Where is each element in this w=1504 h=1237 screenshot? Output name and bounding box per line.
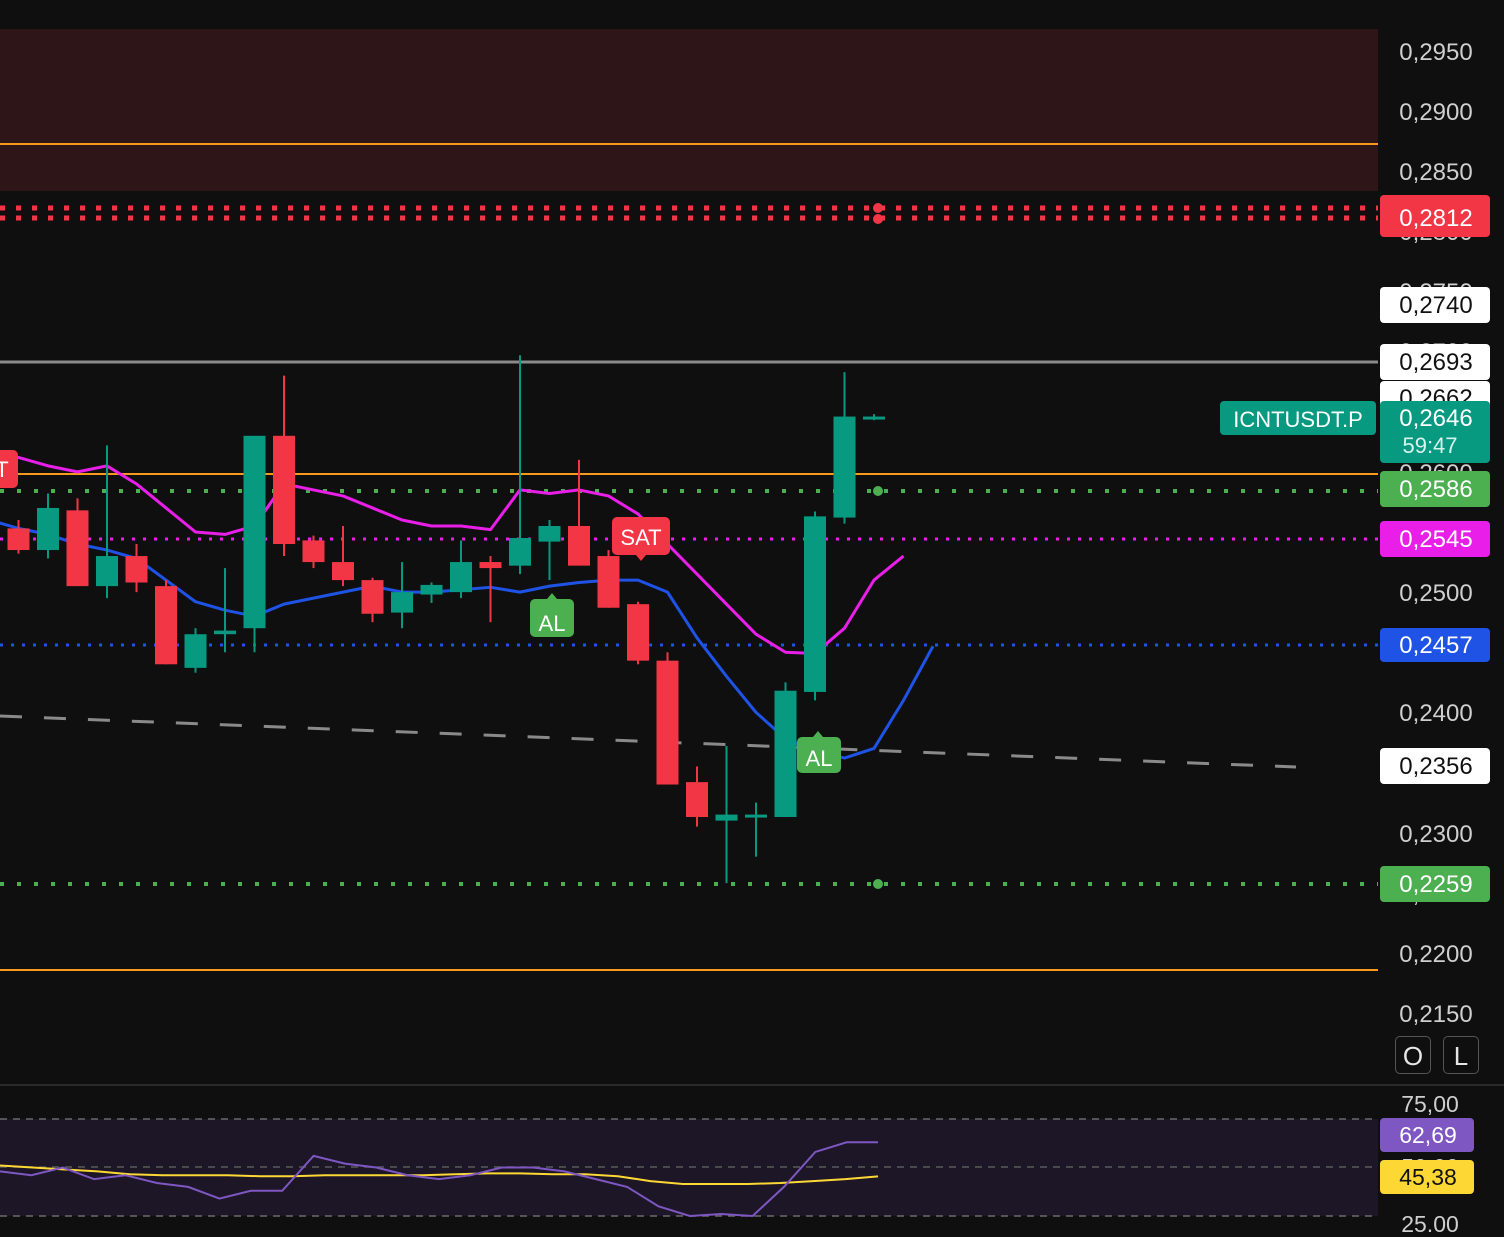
candle: [627, 601, 649, 665]
svg-text:0,2586: 0,2586: [1399, 476, 1472, 503]
svg-text:AL: AL: [806, 746, 833, 771]
bar-countdown: 59:47: [1402, 433, 1457, 458]
svg-text:0,2812: 0,2812: [1399, 205, 1472, 232]
price-label-last: 0,2646 59:47: [1380, 401, 1490, 463]
price-label-blue: 0,2457: [1380, 628, 1490, 662]
svg-text:0,2259: 0,2259: [1399, 871, 1472, 898]
log-scale-l-button[interactable]: L: [1443, 1036, 1479, 1074]
candle: [597, 550, 620, 608]
price-label-resistance: 0,2812: [1380, 195, 1490, 237]
svg-text:0,2740: 0,2740: [1399, 292, 1472, 319]
green-dot-upper: [873, 486, 883, 496]
price-label-magenta: 0,2545: [1380, 521, 1490, 557]
svg-text:0,2646: 0,2646: [1399, 405, 1472, 432]
axis-tick-label: 0,2950: [1399, 39, 1472, 66]
price-label-level-b: 0,2693: [1380, 344, 1490, 380]
axis-tick-label: 0,2850: [1399, 159, 1472, 186]
svg-text:ICNTUSDT.P: ICNTUSDT.P: [1233, 407, 1363, 432]
buy-signal-al-1: AL: [530, 593, 574, 637]
candle: [804, 511, 826, 701]
candle: [66, 498, 89, 587]
symbol-tag: ICNTUSDT.P: [1220, 401, 1376, 435]
percent-scale-o-button[interactable]: O: [1395, 1036, 1431, 1074]
svg-text:0,2545: 0,2545: [1399, 526, 1472, 553]
svg-text:0,2457: 0,2457: [1399, 632, 1472, 659]
axis-tick-label: 0,2300: [1399, 821, 1472, 848]
rsi-ma-value-label: 45,38: [1380, 1160, 1474, 1194]
price-label-level-a: 0,2740: [1380, 287, 1490, 323]
rsi-upper-tick: 75,00: [1401, 1091, 1459, 1117]
svg-text:62,69: 62,69: [1399, 1122, 1457, 1148]
candle: [155, 580, 177, 665]
svg-text:0,2356: 0,2356: [1399, 753, 1472, 780]
axis-tick-label: 0,2150: [1399, 1001, 1472, 1028]
axis-tick-label: 0,2200: [1399, 941, 1472, 968]
candle: [243, 435, 266, 653]
candle: [656, 652, 679, 785]
price-label-trend: 0,2356: [1380, 748, 1490, 784]
sell-signal-left: T: [0, 450, 18, 488]
axis-tick-label: 0,2400: [1399, 700, 1472, 727]
chart-area[interactable]: T SAT AL AL 0,2950 0,2900 0,2850 0,2800 …: [0, 0, 1504, 1237]
candle: [774, 682, 797, 817]
svg-text:AL: AL: [539, 611, 566, 636]
buy-signal-al-2: AL: [797, 731, 841, 773]
resistance-dot-b: [873, 214, 883, 224]
svg-text:0,2693: 0,2693: [1399, 349, 1472, 376]
sell-zone-box: [0, 29, 1378, 191]
rsi-lower-tick: 25,00: [1401, 1211, 1459, 1232]
svg-text:T: T: [0, 457, 9, 482]
green-dot-lower: [873, 879, 883, 889]
candle: [184, 628, 207, 673]
axis-tick-label: 0,2500: [1399, 580, 1472, 607]
sell-signal-sat: SAT: [612, 517, 670, 561]
price-label-green-down: 0,2259: [1380, 866, 1490, 902]
price-label-green-up: 0,2586: [1380, 471, 1490, 507]
axis-tick-label: 0,2900: [1399, 99, 1472, 126]
resistance-dot-a: [873, 203, 883, 213]
svg-text:45,38: 45,38: [1399, 1164, 1457, 1190]
rsi-value-label: 62,69: [1380, 1118, 1474, 1152]
svg-text:SAT: SAT: [620, 525, 661, 550]
